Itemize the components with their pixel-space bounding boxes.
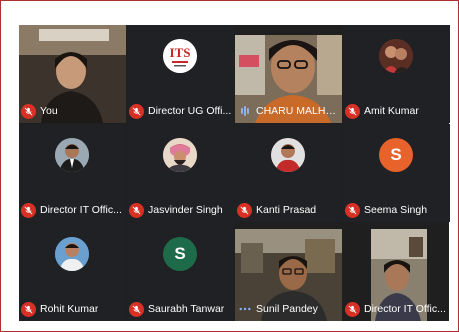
name-bar: Saurabh Tanwar <box>129 301 232 317</box>
mic-off-icon[interactable] <box>21 202 36 218</box>
participant-name: Amit Kumar <box>364 105 419 117</box>
participant-name: Jasvinder Singh <box>148 204 223 216</box>
name-bar: Director UG Offi... <box>129 103 232 119</box>
photo-man-red-icon <box>271 138 305 172</box>
participant-name: You <box>40 105 58 117</box>
photo-man-icon <box>55 138 89 172</box>
name-bar: Seema Singh <box>345 202 448 218</box>
participant-tile[interactable]: Rohit Kumar <box>19 223 126 321</box>
mic-off-icon[interactable] <box>345 103 360 119</box>
name-bar: Director IT Offic... <box>21 202 124 218</box>
mic-off-icon[interactable] <box>237 202 252 218</box>
participant-tile[interactable]: Jasvinder Singh <box>127 124 234 222</box>
name-bar: Kanti Prasad <box>237 202 340 218</box>
participant-name: Kanti Prasad <box>256 204 317 216</box>
participant-tile[interactable]: You <box>19 25 126 123</box>
participant-tile[interactable]: Kanti Prasad <box>235 124 342 222</box>
participant-tile[interactable]: Sunil Pandey <box>235 229 342 321</box>
photo-man-blue-icon <box>55 237 89 271</box>
mic-off-icon[interactable] <box>21 103 36 119</box>
participant-tile[interactable]: ITS Director UG Offi... <box>127 25 234 123</box>
name-bar: Director IT Offic... <box>345 301 447 317</box>
participant-name: Seema Singh <box>364 204 428 216</box>
name-bar: Amit Kumar <box>345 103 448 119</box>
mic-off-icon[interactable] <box>345 202 360 218</box>
name-bar: Rohit Kumar <box>21 301 124 317</box>
svg-text:ITS: ITS <box>170 45 191 60</box>
mic-off-icon[interactable] <box>129 202 144 218</box>
participant-grid: You ITS Director UG Offi... CHARU MALHO.… <box>19 25 450 321</box>
name-bar: Sunil Pandey <box>237 301 340 317</box>
participant-name: Saurabh Tanwar <box>148 303 225 315</box>
participant-tile[interactable]: Amit Kumar <box>343 25 450 123</box>
meeting-frame: You ITS Director UG Offi... CHARU MALHO.… <box>0 0 459 332</box>
mic-off-icon[interactable] <box>345 301 360 317</box>
name-bar: CHARU MALHO... <box>237 103 340 119</box>
name-bar: You <box>21 103 124 119</box>
participant-tile[interactable]: CHARU MALHO... <box>235 35 342 123</box>
participant-name: Director IT Offic... <box>40 204 122 216</box>
photo-man-turban-icon <box>163 138 197 172</box>
participant-name-tile: Director IT Offic... <box>343 301 449 321</box>
speaking-indicator-icon <box>237 104 252 119</box>
more-dots-icon[interactable] <box>237 302 252 317</box>
participant-tile[interactable]: S Saurabh Tanwar <box>127 223 234 321</box>
participant-name: Director IT Offic... <box>364 303 446 315</box>
participant-name: Director UG Offi... <box>148 105 232 117</box>
letter-avatar-icon: S <box>379 138 413 172</box>
photo-couple-icon <box>379 39 413 73</box>
participant-tile[interactable]: S Seema Singh <box>343 124 450 222</box>
mic-off-icon[interactable] <box>129 301 144 317</box>
participant-tile[interactable]: Director IT Offic... <box>19 124 126 222</box>
participant-name: Sunil Pandey <box>256 303 318 315</box>
mic-off-icon[interactable] <box>129 103 144 119</box>
logo-icon: ITS <box>163 39 197 73</box>
mic-off-icon[interactable] <box>21 301 36 317</box>
name-bar: Jasvinder Singh <box>129 202 232 218</box>
participant-name: CHARU MALHO... <box>256 105 340 117</box>
participant-name: Rohit Kumar <box>40 303 99 315</box>
letter-avatar-icon: S <box>163 237 197 271</box>
